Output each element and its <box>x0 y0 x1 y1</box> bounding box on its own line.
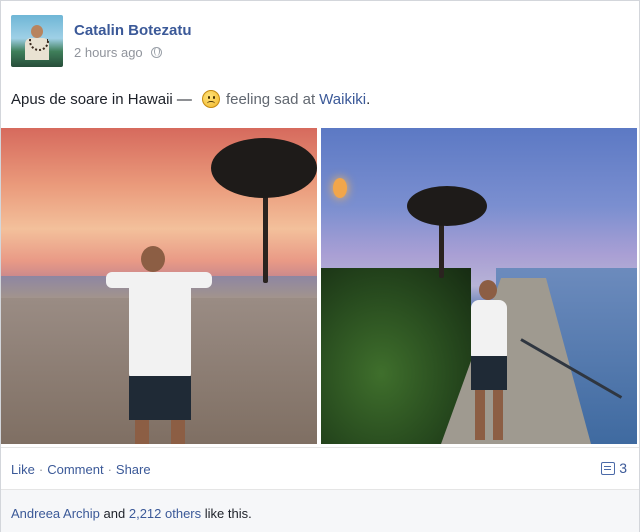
person2-shirt <box>471 300 507 358</box>
tiki-torch <box>333 178 347 198</box>
location-suffix: . <box>366 90 371 108</box>
separator: · <box>38 462 44 477</box>
post-meta: 2 hours ago <box>74 45 162 60</box>
post-card: Catalin Botezatu 2 hours ago Apus de soa… <box>0 0 640 532</box>
location-link[interactable]: Waikiki <box>319 91 366 108</box>
liker-name-link[interactable]: Andreea Archip <box>11 506 100 521</box>
photo-sunset-beach[interactable] <box>1 128 317 444</box>
person-shirt <box>129 276 191 378</box>
person-shorts <box>129 376 191 420</box>
author-avatar[interactable] <box>11 15 63 67</box>
comment-count: 3 <box>619 460 627 476</box>
photo-plants <box>321 268 471 444</box>
person-leg-right <box>171 420 185 444</box>
palm-leaves-right <box>407 186 487 226</box>
feeling-text: feeling sad at <box>225 90 316 108</box>
likes-text: Andreea Archip and 2,212 others like thi… <box>11 506 252 521</box>
post-timestamp[interactable]: 2 hours ago <box>74 45 143 60</box>
comment-icon <box>601 461 616 475</box>
photo-waikiki-walkway[interactable] <box>321 128 637 444</box>
like-link[interactable]: Like <box>11 462 35 477</box>
status-line: Apus de soare in Hawaii — feeling sad at… <box>11 90 370 108</box>
likes-others-link[interactable]: 2,212 others <box>129 506 201 521</box>
person2-head <box>479 280 497 300</box>
person2-leg-right <box>493 390 503 440</box>
person-leg-left <box>135 420 149 444</box>
comment-link[interactable]: Comment <box>47 462 103 477</box>
likes-and: and <box>103 506 126 521</box>
action-bar: Like · Comment · Share <box>11 462 151 477</box>
action-divider <box>1 447 639 448</box>
person2-shorts <box>471 356 507 390</box>
likes-suffix: like this. <box>204 506 252 521</box>
palm-leaves <box>211 138 317 198</box>
status-text: Apus de soare in Hawaii — <box>11 90 192 108</box>
author-name[interactable]: Catalin Botezatu <box>74 22 192 39</box>
person2-leg-left <box>475 390 485 440</box>
share-link[interactable]: Share <box>116 462 151 477</box>
sad-face-icon <box>201 90 220 108</box>
avatar-head <box>31 25 43 38</box>
person-head <box>141 246 165 272</box>
likes-summary: Andreea Archip and 2,212 others like thi… <box>1 489 639 532</box>
globe-icon[interactable] <box>150 47 162 58</box>
separator: · <box>107 462 112 477</box>
comments-counter[interactable]: 3 <box>601 460 627 476</box>
